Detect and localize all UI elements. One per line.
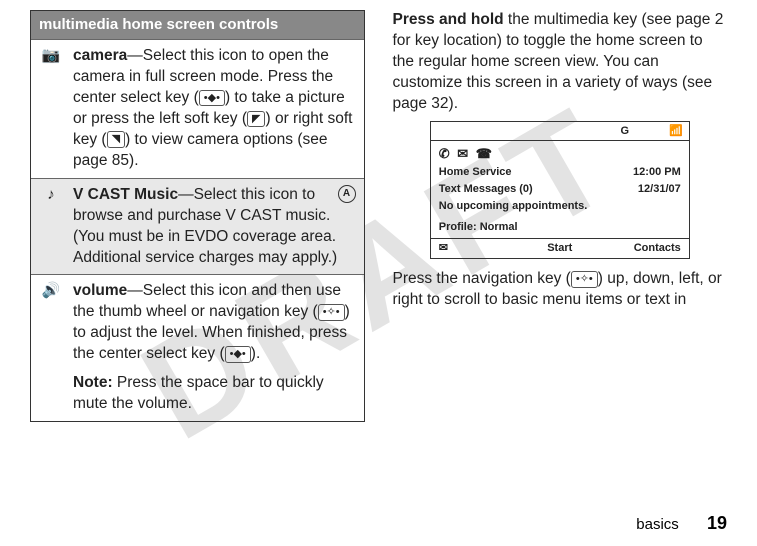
note-label: Note: <box>73 374 113 391</box>
music-icon: ♪ <box>39 185 63 269</box>
appointments-label: No upcoming appointments. <box>439 199 681 214</box>
page-content: multimedia home screen controls 📷 camera… <box>0 0 757 422</box>
table-header: multimedia home screen controls <box>31 11 364 39</box>
row-title: volume <box>73 282 127 299</box>
evdo-badge-icon: A <box>338 185 356 203</box>
paragraph: Press the navigation key (•✧•) up, down,… <box>393 269 728 311</box>
soft-left: ✉ <box>431 239 519 258</box>
phone-screen-mock: G 📶 ✆ ✉ ☎ Home Service 12:00 PM Text Mes… <box>430 121 690 260</box>
screen-status-bar: G 📶 <box>431 122 689 142</box>
soft-right: Contacts <box>601 239 689 258</box>
center-select-key-icon: •◆• <box>199 90 225 107</box>
page-footer: basics 19 <box>636 513 727 534</box>
row-title: camera <box>73 47 127 64</box>
date-label: 12/31/07 <box>638 182 681 197</box>
text-messages-label: Text Messages (0) <box>439 182 533 197</box>
row-title: V CAST Music <box>73 186 178 203</box>
table-row: ♪ A V CAST Music—Select this icon to bro… <box>31 178 364 275</box>
screen-softkeys: ✉ Start Contacts <box>431 238 689 258</box>
status-icon: G <box>620 124 629 139</box>
right-column: Press and hold the multimedia key (see p… <box>393 10 728 422</box>
section-label: basics <box>636 516 679 533</box>
profile-label: Profile: Normal <box>439 220 681 235</box>
table-row: 🔊 volume—Select this icon and then use t… <box>31 274 364 421</box>
camera-icon: 📷 <box>39 46 63 172</box>
center-select-key-icon: •◆• <box>225 346 251 363</box>
vcast-desc: A V CAST Music—Select this icon to brows… <box>73 185 356 269</box>
left-soft-key-icon: ◤ <box>247 111 265 128</box>
soft-mid: Start <box>519 239 601 258</box>
screen-body: ✆ ✉ ☎ Home Service 12:00 PM Text Message… <box>431 141 689 238</box>
table-row: 📷 camera—Select this icon to open the ca… <box>31 39 364 178</box>
page-number: 19 <box>707 513 727 533</box>
left-column: multimedia home screen controls 📷 camera… <box>30 10 365 422</box>
volume-desc: volume—Select this icon and then use the… <box>73 281 356 415</box>
nav-key-icon: •✧• <box>571 271 598 288</box>
controls-table: multimedia home screen controls 📷 camera… <box>30 10 365 422</box>
home-service-label: Home Service <box>439 165 512 180</box>
screen-icon-row: ✆ ✉ ☎ <box>439 145 681 163</box>
camera-desc: camera—Select this icon to open the came… <box>73 46 356 172</box>
signal-icon: 📶 <box>669 124 683 139</box>
time-label: 12:00 PM <box>633 165 681 180</box>
right-soft-key-icon: ◥ <box>107 131 125 148</box>
volume-icon: 🔊 <box>39 281 63 415</box>
paragraph: Press and hold the multimedia key (see p… <box>393 10 728 115</box>
nav-key-icon: •✧• <box>318 304 345 321</box>
